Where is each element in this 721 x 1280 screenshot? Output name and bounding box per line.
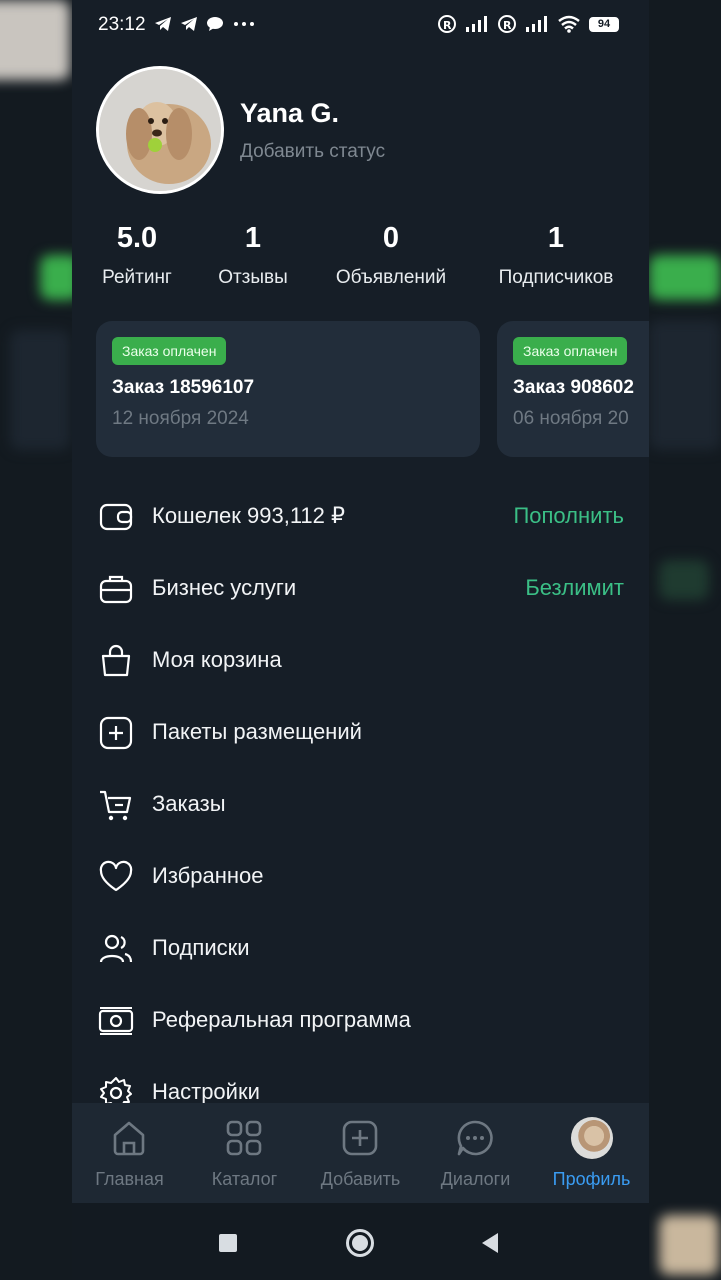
tab-home[interactable]: Главная [72,1103,187,1203]
tab-label: Каталог [211,1169,278,1189]
order-card[interactable]: Заказ оплачен Заказ 18596107 12 ноября 2… [96,321,480,457]
money-icon [98,1007,134,1035]
bag-icon [101,644,131,677]
status-time: 23:12 [98,14,146,35]
svg-text:R: R [443,19,452,32]
stat-label: Объявлений [335,267,447,288]
tab-add[interactable]: Добавить [303,1103,418,1203]
tab-dialogs[interactable]: Диалоги [418,1103,533,1203]
avatar [571,1117,613,1159]
stat-label: Подписчиков [498,267,614,288]
chat-bubble-icon [207,17,223,31]
order-card[interactable]: Заказ оплачен Заказ 908602 06 ноября 20 [497,321,649,457]
tab-label: Добавить [320,1169,401,1189]
users-icon [99,934,133,963]
bottom-tab-bar: Главная Каталог Добавить Диалоги Профиль [72,1103,649,1203]
profile-stats: 5.0 Рейтинг 1 Отзывы 0 Объявлений 1 Подп… [72,222,649,302]
menu-label: Кошелек 993,112 ₽ [152,503,346,528]
stat-label: Отзывы [218,267,288,288]
dog-photo [99,69,221,191]
blurred-background-right [649,0,721,1280]
system-icons: R R 94 [437,14,619,34]
order-title: Заказ 18596107 [112,377,255,398]
status-bar: 23:12 R R 94 [72,0,649,50]
menu-label: Реферальная программа [152,1007,411,1032]
roaming-icon: R [498,15,516,33]
top-up-link[interactable]: Пополнить [513,503,624,529]
tab-label: Диалоги [440,1169,511,1189]
notification-icons [154,16,256,32]
system-navigation-bar [72,1203,649,1280]
stat-value: 0 [382,222,400,254]
telegram-icon [155,17,171,31]
menu-item-business-services[interactable]: Бизнес услуги Безлимит [72,553,649,625]
menu-label: Моя корзина [152,647,282,672]
signal-icon [466,16,487,32]
home-button-icon[interactable] [345,1228,375,1258]
stat-label: Рейтинг [102,267,172,288]
cart-icon [100,790,132,821]
menu-item-subscriptions[interactable]: Подписки [72,913,649,985]
heart-icon [99,860,133,892]
add-status-link[interactable]: Добавить статус [240,141,385,163]
svg-text:R: R [503,19,512,32]
menu-label: Настройки [152,1079,260,1104]
menu-label: Избранное [152,863,264,888]
order-title: Заказ 908602 [513,377,634,398]
add-square-icon [342,1120,378,1156]
battery-icon: 94 [589,16,619,32]
tab-catalog[interactable]: Каталог [187,1103,302,1203]
stat-value: 5.0 [116,222,158,254]
briefcase-icon [99,575,133,604]
unlimited-link[interactable]: Безлимит [525,575,624,601]
stat-listings[interactable]: 0 Объявлений [326,222,456,289]
order-date: 06 ноября 20 [513,408,629,429]
menu-label: Бизнес услуги [152,575,297,600]
menu-item-orders[interactable]: Заказы [72,769,649,841]
blurred-background-left [0,0,72,1280]
stat-value: 1 [547,222,565,254]
profile-avatar[interactable] [96,66,224,194]
phone-screen: 23:12 R R 94 Yana G. Добавить статус 5.0… [72,0,649,1280]
home-icon [113,1121,145,1156]
recents-icon[interactable] [218,1233,238,1253]
order-status-badge: Заказ оплачен [513,337,628,365]
signal-icon [526,16,547,32]
menu-item-favorites[interactable]: Избранное [72,841,649,913]
order-date: 12 ноября 2024 [112,408,249,429]
menu-item-wallet[interactable]: Кошелек 993,112 ₽ Пополнить [72,481,649,553]
menu-item-packages[interactable]: Пакеты размещений [72,697,649,769]
stat-reviews[interactable]: 1 Отзывы [208,222,298,289]
order-status-badge: Заказ оплачен [112,337,227,365]
profile-name: Yana G. [240,98,340,128]
wifi-icon [558,15,580,33]
grid-icon [226,1120,262,1156]
add-square-icon [99,716,133,750]
menu-item-referral[interactable]: Реферальная программа [72,985,649,1057]
tab-label: Главная [95,1169,164,1189]
stat-value: 1 [244,222,262,254]
menu-label: Заказы [152,791,226,816]
roaming-icon: R [438,15,456,33]
chat-icon [457,1120,493,1156]
menu-label: Подписки [152,935,250,960]
tab-label: Профиль [552,1169,631,1189]
menu-item-cart[interactable]: Моя корзина [72,625,649,697]
wallet-icon [99,503,133,531]
stat-subscribers[interactable]: 1 Подписчиков [484,222,628,289]
more-icon [234,22,254,26]
tab-profile[interactable]: Профиль [534,1103,649,1203]
stat-rating[interactable]: 5.0 Рейтинг [94,222,180,289]
telegram-icon [181,17,197,31]
back-icon[interactable] [480,1232,500,1254]
menu-label: Пакеты размещений [152,719,362,744]
